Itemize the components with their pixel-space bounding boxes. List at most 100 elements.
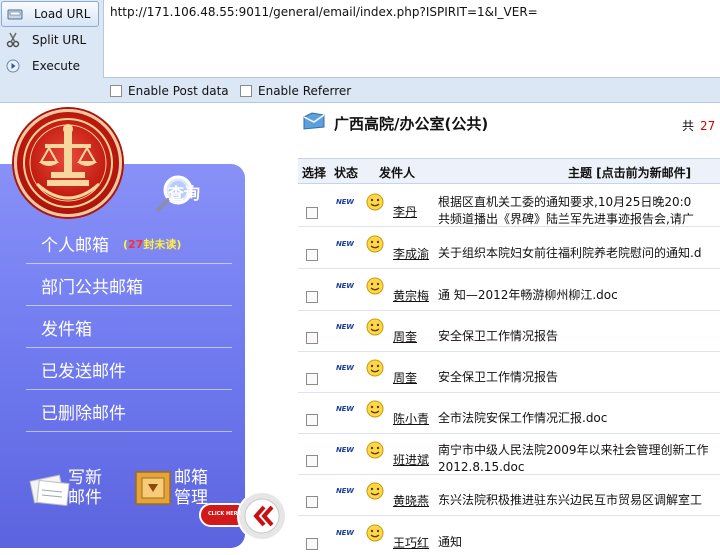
- execute-label: Execute: [32, 59, 80, 73]
- column-status[interactable]: 状态: [334, 164, 358, 181]
- mail-sidebar: 查询 个人邮箱 (27封未读) 部门公共邮箱 发件箱 已发送邮件 已删除邮件 写…: [0, 104, 287, 555]
- sender-link[interactable]: 周奎: [393, 369, 417, 386]
- url-textarea[interactable]: http://171.106.48.55:9011/general/email/…: [103, 0, 720, 78]
- new-mail-icon: NEW: [336, 198, 354, 206]
- mail-row[interactable]: NEW 李成渝 关于组织本院妇女前往福利院养老院慰问的通知.d: [298, 228, 720, 269]
- compose-label-line2: 邮件: [68, 488, 102, 508]
- mail-row[interactable]: NEW 黄宗梅通 知—2012年畅游柳州柳江.doc: [298, 270, 720, 311]
- subject-link[interactable]: 通知: [438, 534, 462, 551]
- execute-button[interactable]: Execute: [0, 53, 102, 79]
- subject-link[interactable]: 安全保卫工作情况报告: [438, 369, 558, 386]
- subject-line: 2012.8.15.doc: [438, 460, 525, 474]
- column-sender[interactable]: 发件人: [379, 164, 415, 181]
- mail-table-header: 选择 状态 发件人 主题 [点击前为新邮件]: [298, 158, 720, 184]
- mail-row[interactable]: NEW 陈小青 全市法院安保工作情况汇报.doc: [298, 393, 720, 434]
- click-here-label: CLICK HERE: [208, 511, 241, 517]
- subject-link[interactable]: 南宁市中级人民法院2009年以来社会管理创新工作 2012.8.15.doc: [438, 442, 709, 476]
- play-icon: [2, 55, 24, 77]
- subject-link[interactable]: 全市法院安保工作情况汇报.doc: [438, 410, 607, 427]
- mail-row[interactable]: NEW 班进斌 南宁市中级人民法院2009年以来社会管理创新工作 2012.8.15.…: [298, 434, 720, 475]
- smiley-icon: [366, 482, 384, 504]
- split-url-label: Split URL: [32, 33, 87, 47]
- sidebar-item-personal-mailbox[interactable]: 个人邮箱 (27封未读): [26, 224, 232, 264]
- column-subject[interactable]: 主题 [点击前为新邮件]: [568, 164, 691, 181]
- breadcrumb-text: 广西高院/办公室(公共): [334, 114, 489, 133]
- row-select-checkbox[interactable]: [306, 207, 318, 219]
- sender-link[interactable]: 陈小青: [393, 410, 429, 427]
- row-select-checkbox[interactable]: [306, 373, 318, 385]
- new-mail-icon: NEW: [336, 282, 354, 290]
- sender-link[interactable]: 王巧红: [393, 534, 429, 551]
- enable-post-data-checkbox[interactable]: Enable Post data: [110, 83, 229, 99]
- subject-line: 通知: [438, 535, 463, 549]
- collapse-sidebar-button[interactable]: CLICK HERE: [198, 490, 290, 542]
- mail-row[interactable]: NEW 周奎 安全保卫工作情况报告: [298, 311, 720, 352]
- smiley-icon: [366, 400, 384, 422]
- load-url-button[interactable]: Load URL: [1, 1, 99, 27]
- load-url-icon: [4, 3, 26, 25]
- subject-link[interactable]: 根据区直机关工委的通知要求,10月25日晚20:0 共频道播出《界碑》陆兰军先进事…: [438, 194, 694, 228]
- enable-referrer-checkbox[interactable]: Enable Referrer: [240, 83, 351, 99]
- subject-line: 共频道播出《界碑》陆兰军先进事迹报告会,请广: [438, 212, 694, 226]
- new-mail-icon: NEW: [336, 487, 354, 495]
- row-select-checkbox[interactable]: [306, 291, 318, 303]
- sender-link[interactable]: 黄宗梅: [393, 287, 429, 304]
- row-select-checkbox[interactable]: [306, 538, 318, 550]
- new-mail-icon: NEW: [336, 446, 354, 454]
- compose-mail-button[interactable]: 写新 邮件: [28, 462, 118, 512]
- sender-link[interactable]: 班进斌: [393, 451, 429, 468]
- mail-row[interactable]: NEW 周奎 安全保卫工作情况报告: [298, 352, 720, 393]
- mail-row[interactable]: NEW 李丹 根据区直机关工委的通知要求,10月25日晚20:0 共频道播出《界碑》陆…: [298, 186, 720, 227]
- sender-link[interactable]: 李成渝: [393, 245, 429, 262]
- compose-label-line1: 写新: [68, 468, 102, 488]
- subject-link[interactable]: 安全保卫工作情况报告: [438, 328, 558, 345]
- row-select-checkbox[interactable]: [306, 249, 318, 261]
- breadcrumb: 广西高院/办公室(公共): [302, 111, 488, 135]
- new-mail-icon: NEW: [336, 240, 354, 248]
- subject-line: 安全保卫工作情况报告: [438, 329, 559, 343]
- smiley-icon: [366, 524, 384, 546]
- search-mail-button[interactable]: 查询: [156, 172, 226, 212]
- sidebar-item-label: 发件箱: [41, 320, 92, 340]
- subject-link[interactable]: 东兴法院积极推进驻东兴边民互市贸易区调解室工: [438, 492, 702, 509]
- subject-link[interactable]: 关于组织本院妇女前往福利院养老院慰问的通知.d: [438, 245, 701, 262]
- sender-link[interactable]: 黄晓燕: [393, 492, 429, 509]
- row-select-checkbox[interactable]: [306, 496, 318, 508]
- mail-row[interactable]: NEW 黄晓燕 东兴法院积极推进驻东兴边民互市贸易区调解室工: [298, 475, 720, 516]
- load-url-label: Load URL: [34, 7, 91, 21]
- smiley-icon: [366, 193, 384, 215]
- enable-referrer-label: Enable Referrer: [258, 84, 352, 98]
- subject-line: 安全保卫工作情况报告: [438, 370, 559, 384]
- enable-post-data-label: Enable Post data: [128, 84, 229, 98]
- split-url-button[interactable]: Split URL: [0, 27, 102, 53]
- mail-list-panel: 广西高院/办公室(公共) 共 27 选择 状态 发件人 主题 [点击前为新邮件] …: [298, 104, 720, 555]
- search-label: 查询: [168, 184, 201, 203]
- subject-line: 通 知—2012年畅游柳州柳江.doc: [438, 288, 618, 302]
- column-select[interactable]: 选择: [302, 164, 326, 181]
- row-select-checkbox[interactable]: [306, 455, 318, 467]
- scissors-icon: [2, 29, 24, 51]
- new-mail-icon: NEW: [336, 364, 354, 372]
- sidebar-item-deleted[interactable]: 已删除邮件: [26, 392, 232, 432]
- court-emblem-logo: [14, 109, 122, 217]
- checkbox-box[interactable]: [110, 85, 122, 97]
- mail-row[interactable]: NEW 王巧红 通知: [298, 517, 720, 555]
- smiley-icon: [366, 359, 384, 381]
- letters-icon: [29, 474, 70, 507]
- sidebar-item-label: 个人邮箱: [41, 236, 109, 256]
- subject-line: 东兴法院积极推进驻东兴边民互市贸易区调解室工: [438, 493, 703, 507]
- smiley-icon: [366, 441, 384, 463]
- sidebar-item-sent[interactable]: 已发送邮件: [26, 350, 232, 390]
- smiley-icon: [366, 277, 384, 299]
- sidebar-item-outbox[interactable]: 发件箱: [26, 308, 232, 348]
- total-count: 共 27: [682, 119, 716, 133]
- checkbox-box[interactable]: [240, 85, 252, 97]
- row-select-checkbox[interactable]: [306, 414, 318, 426]
- unread-count-badge: (27封未读): [123, 237, 182, 251]
- sidebar-item-department-mailbox[interactable]: 部门公共邮箱: [26, 266, 232, 306]
- sender-link[interactable]: 周奎: [393, 328, 417, 345]
- subject-link[interactable]: 通 知—2012年畅游柳州柳江.doc: [438, 287, 618, 304]
- sidebar-item-label: 部门公共邮箱: [41, 278, 143, 298]
- sender-link[interactable]: 李丹: [393, 203, 417, 220]
- row-select-checkbox[interactable]: [306, 332, 318, 344]
